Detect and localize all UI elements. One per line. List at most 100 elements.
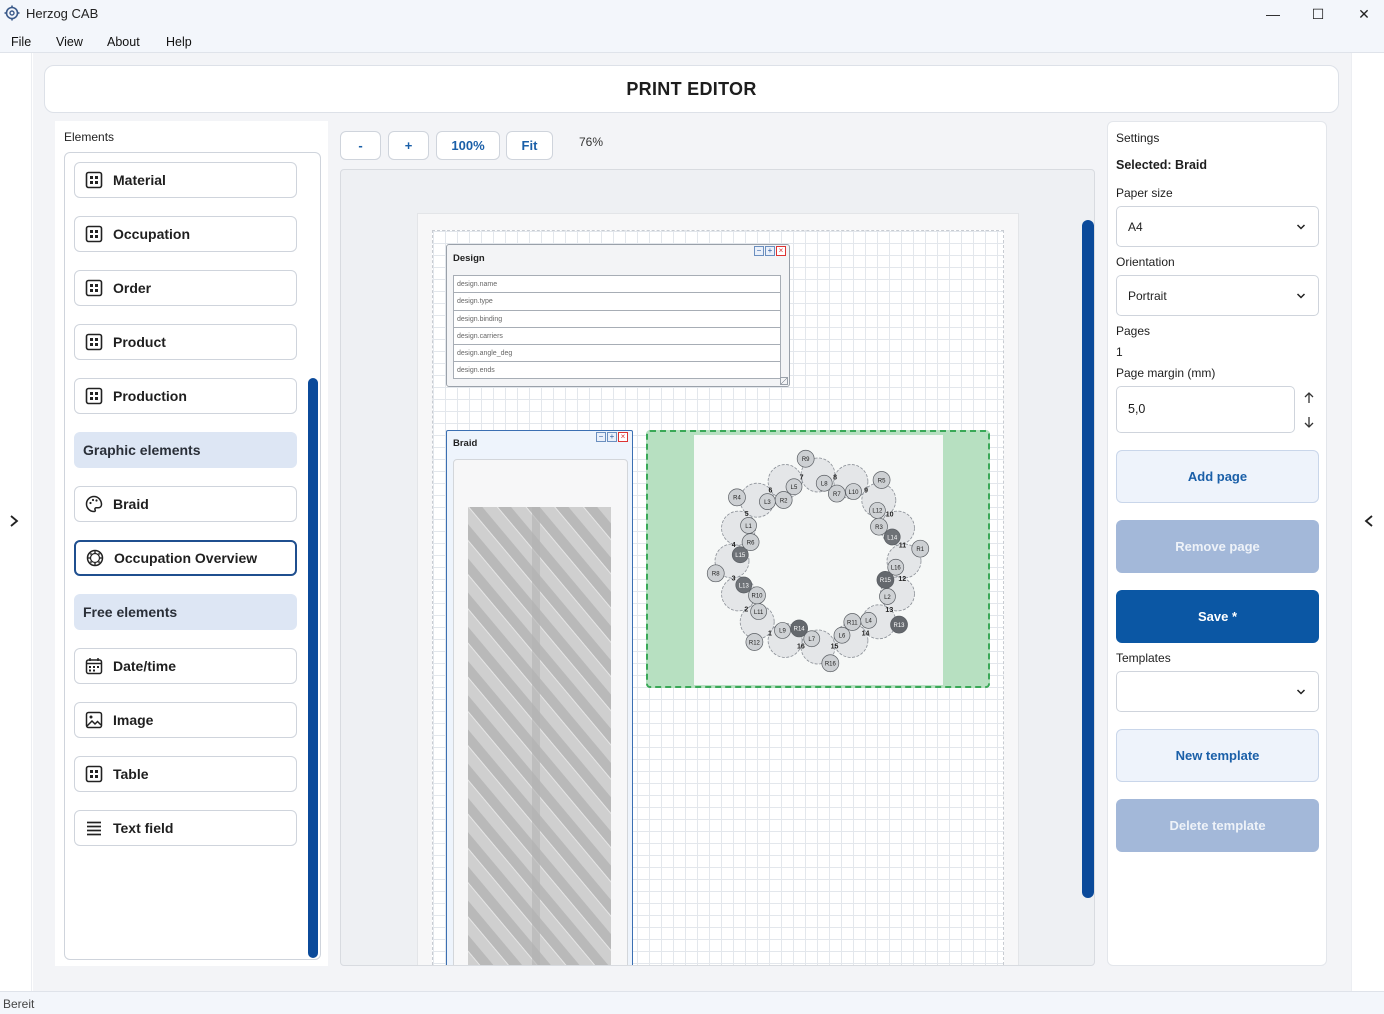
braid-element[interactable]: Braid − + ×: [446, 430, 633, 965]
occupation-overview-element[interactable]: 8 9 10 11 12 13 14 15 16 1 2 3 4 5 6 7 L8 L10 L12 L14 L16 L2 L…: [646, 430, 990, 688]
carrier-l-label: L11: [754, 610, 764, 616]
element-occupation-overview[interactable]: Occupation Overview: [74, 540, 297, 576]
section-graphic-elements: Graphic elements: [74, 432, 297, 468]
plus-icon[interactable]: +: [607, 432, 617, 442]
chevron-right-icon[interactable]: [6, 513, 22, 529]
carrier-l-label: L8: [821, 482, 828, 488]
gear-number: 3: [732, 575, 736, 582]
minus-icon[interactable]: −: [754, 246, 764, 256]
close-icon[interactable]: ×: [776, 246, 786, 256]
design-rows: design.name design.type design.binding d…: [453, 275, 781, 379]
print-canvas[interactable]: Design − + × design.name design.type des…: [340, 169, 1095, 966]
element-product[interactable]: Product: [74, 324, 297, 360]
element-table[interactable]: Table: [74, 756, 297, 792]
paper-size-select[interactable]: A4: [1116, 206, 1319, 247]
gear-number: 13: [885, 607, 893, 614]
title-bar: Herzog CAB — ☐ ✕: [0, 0, 1384, 28]
arrow-down-icon[interactable]: [1303, 415, 1315, 429]
braid-controls: − + ×: [596, 432, 628, 442]
fit-button[interactable]: Fit: [506, 131, 553, 160]
carrier-l-label: L3: [764, 500, 771, 506]
menu-view[interactable]: View: [56, 35, 83, 49]
design-controls: − + ×: [754, 246, 786, 256]
element-label: Order: [113, 280, 152, 296]
pages-label: Pages: [1116, 324, 1151, 338]
carrier-l-label: L12: [872, 509, 883, 515]
carrier-r-label: R5: [878, 478, 886, 484]
element-production[interactable]: Production: [74, 378, 297, 414]
chevron-down-icon: [1296, 224, 1306, 230]
carrier-r-label: R14: [794, 627, 806, 633]
gear-number: 1: [768, 630, 772, 637]
selected-element: Selected: Braid: [1116, 158, 1208, 172]
templates-select[interactable]: [1116, 671, 1319, 712]
new-template-button[interactable]: New template: [1116, 729, 1319, 782]
table-icon: [85, 387, 103, 405]
close-button[interactable]: ✕: [1353, 4, 1375, 24]
gear-number: 11: [899, 543, 907, 550]
gear-number: 9: [864, 488, 868, 495]
carrier-l-label: L9: [779, 629, 786, 635]
elements-label: Elements: [64, 130, 115, 144]
zoom-out-button[interactable]: -: [340, 131, 381, 160]
maximize-button[interactable]: ☐: [1307, 4, 1329, 24]
app-gear-icon: [4, 5, 20, 21]
element-label: Date/time: [113, 658, 177, 674]
chevron-left-icon[interactable]: [1361, 513, 1377, 529]
margin-input[interactable]: 5,0: [1116, 386, 1295, 433]
table-row: design.carriers: [454, 328, 780, 346]
gear-number: 15: [831, 643, 839, 650]
orientation-select[interactable]: Portrait: [1116, 275, 1319, 316]
minus-icon[interactable]: −: [596, 432, 606, 442]
arrow-up-icon[interactable]: [1303, 391, 1315, 405]
margin-label: Page margin (mm): [1116, 366, 1216, 380]
menu-help[interactable]: Help: [166, 35, 192, 49]
plus-icon[interactable]: +: [765, 246, 775, 256]
delete-template-button[interactable]: Delete template: [1116, 799, 1319, 852]
menu-about[interactable]: About: [107, 35, 140, 49]
save-button[interactable]: Save *: [1116, 590, 1319, 643]
gear-number: 2: [744, 607, 748, 614]
paper-size-label: Paper size: [1116, 186, 1173, 200]
table-icon: [85, 171, 103, 189]
zoom-in-button[interactable]: +: [388, 131, 429, 160]
canvas-scrollbar[interactable]: [1082, 220, 1094, 898]
orientation-value: Portrait: [1128, 288, 1167, 303]
element-date-time[interactable]: Date/time: [74, 648, 297, 684]
elements-scrollbar[interactable]: [308, 378, 318, 958]
close-icon[interactable]: ×: [618, 432, 628, 442]
carrier-r-label: R15: [880, 578, 892, 584]
table-icon: [85, 225, 103, 243]
gear-wheel-icon: [86, 549, 104, 567]
design-table-element[interactable]: Design − + × design.name design.type des…: [446, 244, 790, 387]
table-icon: [85, 333, 103, 351]
add-page-button[interactable]: Add page: [1116, 450, 1319, 503]
minimize-button[interactable]: —: [1262, 4, 1284, 24]
zoom-100-button[interactable]: 100%: [436, 131, 500, 160]
element-label: Occupation Overview: [114, 550, 258, 566]
element-material[interactable]: Material: [74, 162, 297, 198]
remove-page-button[interactable]: Remove page: [1116, 520, 1319, 573]
element-occupation[interactable]: Occupation: [74, 216, 297, 252]
carrier-l-label: L4: [865, 619, 872, 625]
element-order[interactable]: Order: [74, 270, 297, 306]
gear-number: 5: [745, 511, 749, 518]
menu-file[interactable]: File: [11, 35, 31, 49]
element-label: Table: [113, 766, 149, 782]
carrier-l-label: L10: [849, 490, 860, 496]
carrier-r-label: R12: [749, 640, 761, 646]
carrier-ring: 89101112131415161234567L8L10L12L14L16L2L…: [706, 449, 930, 673]
carrier-r-label: R13: [894, 623, 906, 629]
pages-count: 1: [1116, 345, 1123, 359]
carrier-r-label: R3: [875, 525, 883, 531]
gear-number: 7: [800, 475, 804, 482]
element-text-field[interactable]: Text field: [74, 810, 297, 846]
carrier-r-label: R2: [780, 498, 788, 504]
menu-bar: File View About Help: [0, 28, 1384, 53]
element-image[interactable]: Image: [74, 702, 297, 738]
carrier-l-label: L14: [887, 535, 898, 541]
chevron-down-icon: [1296, 293, 1306, 299]
element-braid[interactable]: Braid: [74, 486, 297, 522]
resize-handle[interactable]: [780, 377, 788, 385]
editor-area: - + 100% Fit 76% Design − + × design.nam…: [340, 121, 1096, 966]
